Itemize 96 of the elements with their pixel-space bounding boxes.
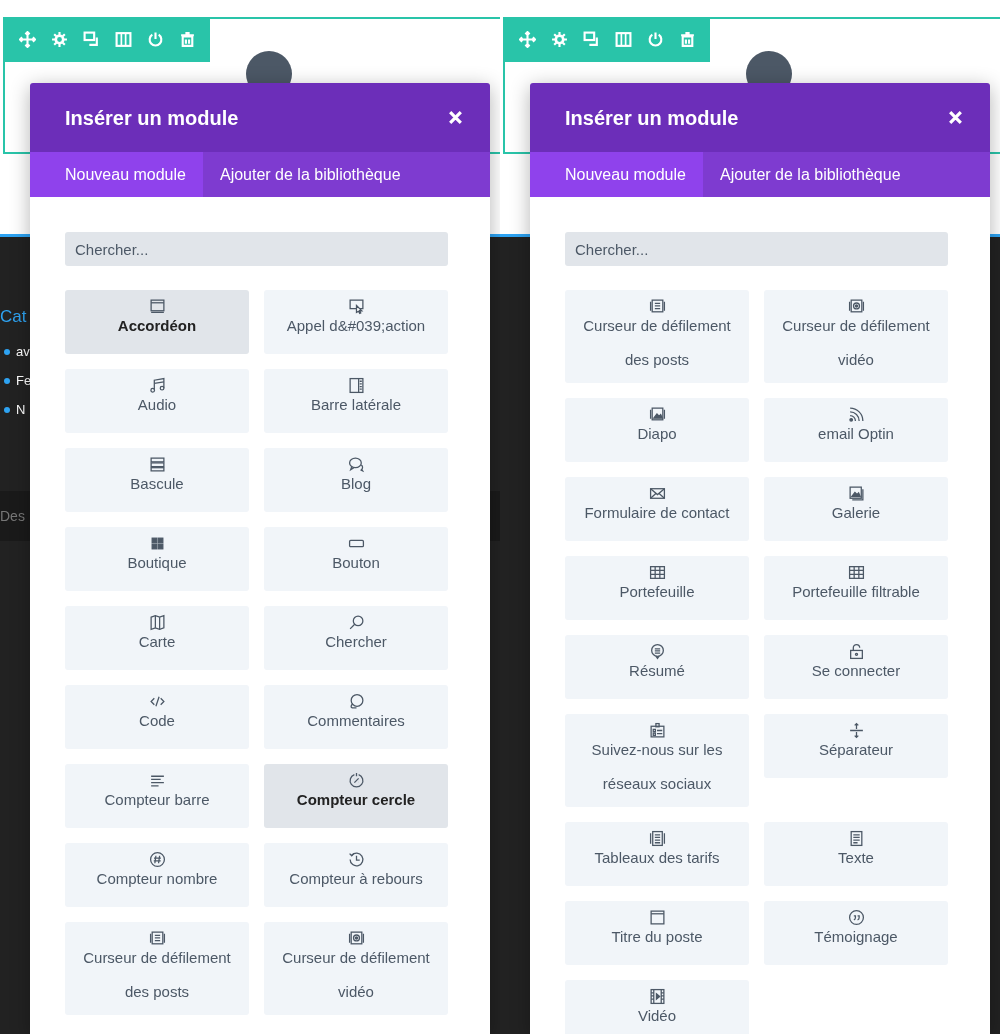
module-tile[interactable]: Résumé bbox=[565, 635, 749, 699]
document-icon bbox=[148, 930, 166, 947]
list-item: av bbox=[16, 345, 30, 358]
document-icon bbox=[648, 830, 666, 847]
module-tile[interactable]: Bascule bbox=[65, 448, 249, 512]
document-icon bbox=[648, 298, 666, 315]
id-card-icon bbox=[648, 722, 666, 739]
module-tile[interactable]: Se connecter bbox=[764, 635, 948, 699]
history-icon bbox=[347, 851, 365, 868]
gauge-icon bbox=[347, 772, 365, 789]
power-icon[interactable] bbox=[147, 31, 164, 48]
images-icon bbox=[847, 485, 865, 502]
module-tile[interactable]: Texte bbox=[764, 822, 948, 886]
modal-title: Insérer un module bbox=[565, 105, 739, 131]
columns-icon[interactable] bbox=[115, 31, 132, 48]
bullet-dot bbox=[4, 348, 10, 355]
film-icon bbox=[648, 988, 666, 1005]
module-tile[interactable]: Compteur nombre bbox=[65, 843, 249, 907]
close-button[interactable] bbox=[947, 109, 964, 126]
module-tile[interactable]: Barre latérale bbox=[264, 369, 448, 433]
move-icon[interactable] bbox=[519, 31, 536, 48]
module-tile[interactable]: Diapo bbox=[565, 398, 749, 462]
tab[interactable]: Nouveau module bbox=[30, 152, 203, 197]
list-item: Fe bbox=[16, 374, 32, 387]
close-icon bbox=[947, 109, 964, 126]
module-tile[interactable]: Curseur de défilement des posts bbox=[565, 290, 749, 383]
map-icon bbox=[148, 614, 166, 631]
module-tile[interactable]: Compteur à rebours bbox=[264, 843, 448, 907]
module-tile[interactable]: Séparateur bbox=[764, 714, 948, 778]
module-tile[interactable]: Curseur de défilement vidéo bbox=[764, 290, 948, 383]
speech-bubble-icon bbox=[648, 643, 666, 660]
module-tile[interactable]: Titre du poste bbox=[565, 901, 749, 965]
tab[interactable]: Ajouter de la bibliothèque bbox=[702, 152, 918, 197]
power-icon[interactable] bbox=[647, 31, 664, 48]
module-tile[interactable]: Galerie bbox=[764, 477, 948, 541]
module-tile[interactable]: Accordéon bbox=[65, 290, 249, 354]
module-tile[interactable]: Boutique bbox=[65, 527, 249, 591]
bullet-dot bbox=[4, 377, 10, 384]
search-field[interactable]: Chercher... bbox=[565, 232, 948, 266]
columns-icon[interactable] bbox=[615, 31, 632, 48]
module-tile[interactable]: Appel d&#039;action bbox=[264, 290, 448, 354]
module-tile[interactable]: Code bbox=[65, 685, 249, 749]
record-icon bbox=[347, 930, 365, 947]
table-icon bbox=[847, 564, 865, 581]
module-tile[interactable]: Portefeuille bbox=[565, 556, 749, 620]
close-icon bbox=[447, 109, 464, 126]
module-tile[interactable]: Curseur de défilement vidéo bbox=[264, 922, 448, 1015]
move-icon[interactable] bbox=[19, 31, 36, 48]
quote-icon bbox=[847, 909, 865, 926]
duplicate-icon[interactable] bbox=[583, 31, 600, 48]
module-tile[interactable]: Blog bbox=[264, 448, 448, 512]
search-icon bbox=[347, 614, 365, 631]
bullet-dot bbox=[4, 406, 10, 413]
chat-bubbles-icon bbox=[347, 456, 365, 473]
module-tile[interactable]: Vidéo bbox=[565, 980, 749, 1034]
module-tile[interactable]: Suivez-nous sur les réseaux sociaux bbox=[565, 714, 749, 807]
module-tile[interactable]: Formulaire de contact bbox=[565, 477, 749, 541]
table-icon bbox=[648, 564, 666, 581]
record-icon bbox=[847, 298, 865, 315]
hash-icon bbox=[148, 851, 166, 868]
envelope-icon bbox=[648, 485, 666, 502]
browser-window-icon bbox=[648, 909, 666, 926]
sidebar-icon bbox=[347, 377, 365, 394]
pointer-icon bbox=[347, 298, 365, 315]
close-button[interactable] bbox=[447, 109, 464, 126]
category-heading: Cat bbox=[0, 308, 27, 325]
module-tile[interactable]: Audio bbox=[65, 369, 249, 433]
module-tile[interactable]: Chercher bbox=[264, 606, 448, 670]
search-field[interactable]: Chercher... bbox=[65, 232, 448, 266]
music-note-icon bbox=[148, 377, 166, 394]
module-tile[interactable]: Bouton bbox=[264, 527, 448, 591]
module-tile[interactable]: Carte bbox=[65, 606, 249, 670]
module-tile[interactable]: Curseur de défilement des posts bbox=[65, 922, 249, 1015]
module-tile[interactable]: Commentaires bbox=[264, 685, 448, 749]
module-tile[interactable]: Portefeuille filtrable bbox=[764, 556, 948, 620]
stack-icon bbox=[148, 456, 166, 473]
module-tile[interactable]: Tableaux des tarifs bbox=[565, 822, 749, 886]
settings-icon[interactable] bbox=[551, 31, 568, 48]
modal-title: Insérer un module bbox=[65, 105, 239, 131]
module-tile[interactable]: email Optin bbox=[764, 398, 948, 462]
module-tile[interactable]: Témoignage bbox=[764, 901, 948, 965]
divider-icon bbox=[847, 722, 865, 739]
window-icon bbox=[148, 298, 166, 315]
trash-icon[interactable] bbox=[679, 31, 696, 48]
tab[interactable]: Ajouter de la bibliothèque bbox=[202, 152, 418, 197]
settings-icon[interactable] bbox=[51, 31, 68, 48]
lock-icon bbox=[847, 643, 865, 660]
module-tile[interactable]: Compteur barre bbox=[65, 764, 249, 828]
footer-text: Des bbox=[0, 506, 25, 526]
image-icon bbox=[648, 406, 666, 423]
trash-icon[interactable] bbox=[179, 31, 196, 48]
list-item: N bbox=[16, 403, 26, 416]
duplicate-icon[interactable] bbox=[83, 31, 100, 48]
tab[interactable]: Nouveau module bbox=[530, 152, 703, 197]
rss-icon bbox=[847, 406, 865, 423]
module-tile[interactable]: Compteur cercle bbox=[264, 764, 448, 828]
